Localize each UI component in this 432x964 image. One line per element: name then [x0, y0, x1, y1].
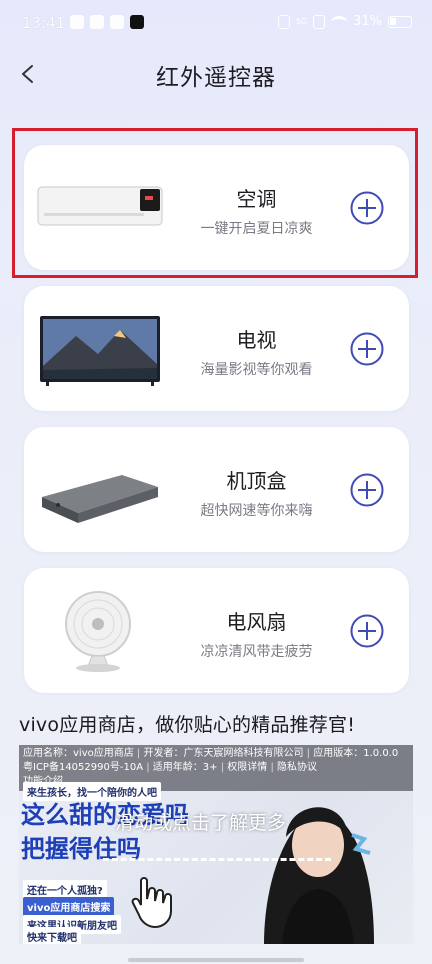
ad-swipe-line [103, 858, 331, 861]
notification-icons [70, 15, 144, 29]
header: 红外遥控器 [0, 52, 432, 96]
ad-version: 应用版本：1.0.0.0 [313, 748, 399, 759]
add-television-button[interactable] [349, 331, 385, 367]
device-card-electric-fan[interactable]: 电风扇 凉凉清风带走疲劳 [24, 568, 409, 693]
electric-fan-image [65, 591, 131, 672]
device-name: 电风扇 [226, 610, 287, 634]
network-type: 5G [295, 16, 308, 26]
sync-icon [70, 15, 84, 29]
air-conditioner-image [37, 186, 163, 226]
sim-icon [313, 14, 326, 29]
battery-percent: 31% [353, 14, 382, 29]
home-indicator[interactable] [128, 958, 304, 962]
add-set-top-box-button[interactable] [349, 472, 385, 508]
device-card-air-conditioner[interactable]: 空调 一键开启夏日凉爽 [24, 145, 409, 270]
ad-developer: 开发者：广东天宸网络科技有限公司 [143, 748, 304, 759]
device-name: 空调 [236, 187, 277, 211]
status-time: 13:41 [22, 14, 66, 32]
status-bar: 13:41 5G 31% [0, 0, 432, 46]
ad-privacy-link[interactable]: 隐私协议 [277, 762, 317, 773]
vibrate-icon [277, 14, 290, 29]
add-air-conditioner-button[interactable] [349, 190, 385, 226]
cloud-icon [90, 15, 104, 29]
ad-icp: 粤ICP备14052990号-10A [23, 762, 144, 773]
gallery-icon [110, 15, 124, 29]
promo-text: vivo应用商店，做你贴心的精品推荐官! [19, 714, 356, 736]
ad-line-e: 快来下载吧 [23, 927, 81, 944]
hand-pointer-icon [131, 877, 172, 929]
device-card-set-top-box[interactable]: 机顶盒 超快网速等你来嗨 [24, 427, 409, 552]
battery-icon [388, 15, 412, 28]
ad-app-name: 应用名称：vivo应用商店 [23, 748, 134, 759]
page-title: 红外遥控器 [156, 65, 276, 91]
device-desc: 凉凉清风带走疲劳 [200, 644, 313, 660]
device-name: 机顶盒 [226, 469, 287, 493]
device-desc: 超快网速等你来嗨 [200, 503, 313, 519]
set-top-box-image [42, 475, 158, 523]
television-image [40, 316, 160, 386]
status-right: 5G 31% [277, 14, 412, 29]
ad-overlay-text: 滑动或点击了解更多 [115, 812, 287, 834]
ad-line-c: vivo应用商店搜索 [23, 897, 115, 916]
device-card-television[interactable]: 电视 海量影视等你观看 [24, 286, 409, 411]
device-desc: 一键开启夏日凉爽 [200, 221, 313, 237]
tiktok-icon [130, 15, 144, 29]
device-desc: 海量影视等你观看 [200, 362, 313, 378]
wifi-icon [331, 15, 348, 28]
ad-banner[interactable]: 应用名称：vivo应用商店 | 开发者：广东天宸网络科技有限公司 | 应用版本：… [19, 745, 413, 944]
ad-age: 适用年龄：3+ [152, 762, 218, 773]
add-electric-fan-button[interactable] [349, 613, 385, 649]
ad-permissions-link[interactable]: 权限详情 [227, 762, 267, 773]
device-name: 电视 [236, 328, 277, 352]
ad-person-image [264, 807, 374, 944]
